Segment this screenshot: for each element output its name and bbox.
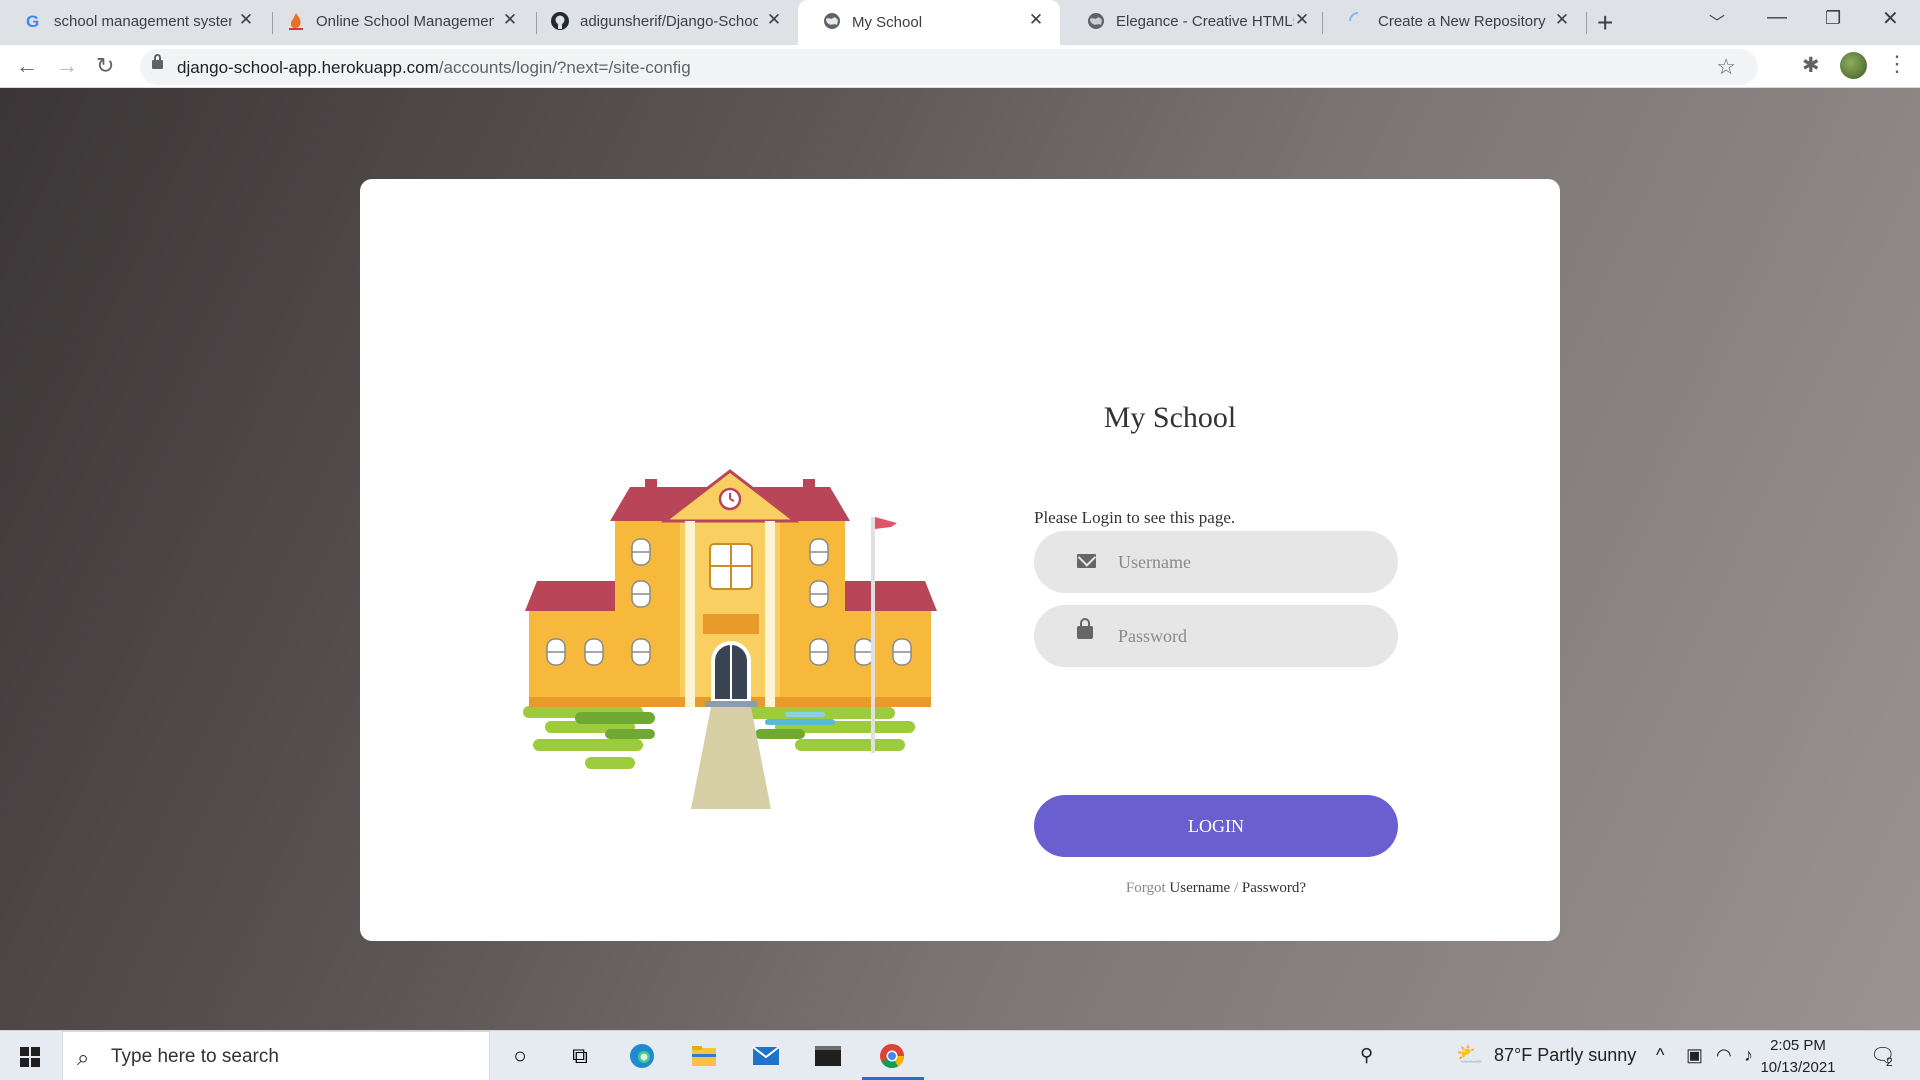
browser-toolbar: ← → ↻ django-school-app.herokuapp.com/ac… [0,45,1920,88]
school-building-illustration [523,469,937,809]
svg-text:G: G [26,12,39,31]
show-hidden-icons-chevron[interactable]: ^ [1656,1045,1664,1066]
search-icon: ⌕ [77,1045,90,1070]
close-tab-icon[interactable]: ✕ [236,10,256,30]
login-message: Please Login to see this page. [1034,508,1236,527]
close-tab-icon[interactable]: ✕ [764,10,784,30]
address-bar[interactable]: django-school-app.herokuapp.com/accounts… [140,49,1758,85]
tab-title: Online School Management [316,12,494,30]
flame-icon [289,13,303,30]
tab-search-chevron-icon[interactable]: ﹀ [1709,9,1725,33]
username-input[interactable] [1118,531,1378,593]
lock-icon [1077,618,1093,639]
google-icon: G [26,12,39,31]
task-view-icon[interactable]: ⧉ [564,1041,596,1071]
close-tab-icon[interactable]: ✕ [500,10,520,30]
clock-time: 2:05 PM [1770,1037,1826,1054]
tab-title: adigunsherif/Django-School [580,12,758,30]
globe-icon [1088,13,1104,29]
mail-icon[interactable] [750,1041,782,1071]
tab-strip: G school management system ✕ Online Scho… [0,0,1920,45]
browser-menu-icon[interactable]: ⋮ [1886,51,1908,77]
network-wifi-icon[interactable]: ◠ [1716,1045,1732,1066]
windows-taskbar: ⌕ Type here to search ○ ⧉ ⚲ ⛅ 87°F Partl… [0,1030,1920,1080]
file-explorer-icon[interactable] [688,1041,720,1071]
terminal-icon[interactable] [812,1041,844,1071]
clock-date: 10/13/2021 [1760,1059,1836,1076]
bookmark-star-icon[interactable]: ☆ [1716,54,1736,80]
meet-now-icon[interactable]: ▣ [1686,1045,1703,1066]
notification-count: 2 [1886,1055,1893,1069]
minimize-button[interactable]: — [1767,6,1787,29]
tab-google-search[interactable]: G school management system ✕ [0,0,270,42]
page-viewport: My School Please Login to see this page.… [0,88,1920,1030]
tab-elegance[interactable]: Elegance - Creative HTML5 ✕ [1062,0,1326,42]
new-tab-button[interactable]: + [1597,7,1613,39]
volume-icon[interactable]: ♪ [1744,1045,1753,1066]
weather-partly-sunny-icon[interactable]: ⛅ [1456,1042,1483,1068]
system-clock[interactable]: 2:05 PM 10/13/2021 [1758,1035,1838,1079]
loading-spinner-icon [1349,12,1359,22]
tab-github[interactable]: adigunsherif/Django-School ✕ [526,0,798,42]
weather-text[interactable]: 87°F Partly sunny [1494,1045,1636,1066]
envelope-icon [1077,554,1096,568]
password-field[interactable] [1034,605,1398,667]
forgot-separator: / [1233,880,1239,896]
taskbar-search-box[interactable]: ⌕ Type here to search [62,1031,490,1080]
restore-button[interactable]: ❐ [1825,8,1841,29]
login-card: My School Please Login to see this page.… [360,179,1560,941]
tab-title: Create a New Repository [1378,12,1546,30]
close-tab-icon[interactable]: ✕ [1552,10,1572,30]
chrome-icon[interactable] [876,1041,908,1071]
login-button[interactable]: LOGIN [1034,795,1398,857]
close-tab-icon[interactable]: ✕ [1026,10,1046,30]
tab-title: Elegance - Creative HTML5 [1116,12,1294,30]
tab-online-school[interactable]: Online School Management ✕ [262,0,534,42]
lock-icon[interactable] [152,54,163,69]
url-text[interactable]: django-school-app.herokuapp.com/accounts… [177,58,691,78]
close-window-button[interactable]: ✕ [1882,6,1899,31]
forgot-password-link[interactable]: Password? [1242,880,1306,896]
site-title: My School [1103,401,1237,434]
github-icon [551,12,569,30]
tab-my-school[interactable]: My School ✕ [798,0,1060,45]
windows-start-icon[interactable] [20,1047,40,1067]
back-arrow-icon[interactable]: ← [16,53,38,79]
url-path: /accounts/login/?next=/site-config [438,58,691,77]
profile-avatar[interactable] [1840,52,1867,79]
close-tab-icon[interactable]: ✕ [1292,10,1312,30]
username-field[interactable] [1034,531,1398,593]
search-placeholder: Type here to search [111,1046,279,1067]
edge-icon[interactable] [626,1041,658,1071]
extensions-puzzle-icon[interactable]: ✱ [1802,53,1820,78]
tab-create-repo[interactable]: Create a New Repository ✕ [1324,0,1586,42]
cortana-icon[interactable]: ○ [504,1041,536,1071]
forgot-prefix: Forgot [1125,880,1166,896]
globe-icon [824,13,840,29]
tab-title: school management system [54,12,232,30]
password-input[interactable] [1118,605,1378,667]
reload-icon[interactable]: ↻ [96,53,114,79]
people-icon[interactable]: ⚲ [1360,1045,1373,1066]
forgot-credentials: Forgot Username / Password? [960,880,1472,897]
forward-arrow-icon[interactable]: → [56,53,78,79]
forgot-username-link[interactable]: Username [1169,880,1230,896]
url-host: django-school-app.herokuapp.com [177,58,439,77]
tab-title: My School [852,14,923,31]
